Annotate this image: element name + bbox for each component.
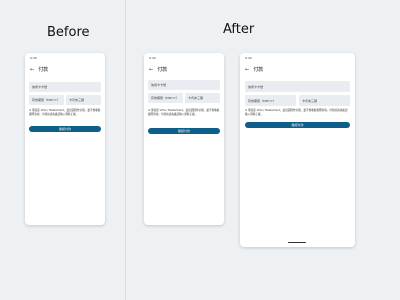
app-bar: ← 付款 bbox=[149, 66, 168, 74]
cvv-field[interactable]: 卡背末三碼 bbox=[185, 93, 220, 103]
cvv-field[interactable]: 卡背末三碼 bbox=[299, 95, 350, 106]
page-title: 付款 bbox=[253, 67, 264, 73]
app-bar: ← 付款 bbox=[245, 66, 264, 74]
phone-after-1: 9:40 ← 付款 信用卡卡號 有效期限（MM/YY） 卡背末三碼 ※ 僅接受 … bbox=[144, 53, 224, 225]
back-arrow-icon[interactable]: ← bbox=[245, 67, 249, 73]
before-label: Before bbox=[47, 25, 90, 40]
expiry-field[interactable]: 有效期限（MM/YY） bbox=[29, 95, 64, 105]
back-arrow-icon[interactable]: ← bbox=[30, 67, 34, 73]
phone-before: 9:36 ← 付款 信用卡卡號 有效期限（MM/YY） 卡背末三碼 ※ 僅接受 … bbox=[25, 53, 105, 225]
expiry-field[interactable]: 有效期限（MM/YY） bbox=[148, 93, 183, 103]
status-time: 9:36 bbox=[30, 56, 37, 60]
home-indicator bbox=[288, 242, 306, 243]
status-time: 9:40 bbox=[149, 56, 156, 60]
app-bar: ← 付款 bbox=[30, 66, 49, 74]
card-number-field[interactable]: 信用卡卡號 bbox=[148, 80, 220, 90]
expiry-field[interactable]: 有效期限（MM/YY） bbox=[245, 95, 296, 106]
confirm-pay-button[interactable]: 確認付款 bbox=[245, 122, 350, 128]
card-number-field[interactable]: 信用卡卡號 bbox=[245, 81, 350, 92]
hint-text: ※ 僅接受 VISA / MasterCard，此頁面僅作示範，並不會收取實際款… bbox=[148, 109, 220, 116]
page-title: 付款 bbox=[157, 67, 168, 73]
after-label: After bbox=[223, 22, 255, 37]
hint-text: ※ 僅接受 VISA / MasterCard，此頁面僅作示範，並不會收取實際款… bbox=[245, 109, 348, 116]
section-divider bbox=[125, 0, 126, 300]
confirm-pay-button[interactable]: 確認付款 bbox=[148, 128, 220, 134]
back-arrow-icon[interactable]: ← bbox=[149, 67, 153, 73]
card-number-field[interactable]: 信用卡卡號 bbox=[29, 82, 101, 92]
confirm-pay-button[interactable]: 確認付款 bbox=[29, 126, 101, 132]
status-time: 9:40 bbox=[245, 56, 252, 60]
phone-after-2: 9:40 ← 付款 信用卡卡號 有效期限（MM/YY） 卡背末三碼 ※ 僅接受 … bbox=[240, 53, 355, 247]
hint-text: ※ 僅接受 VISA / MasterCard，此頁面僅作示範，並不會收取實際款… bbox=[29, 109, 101, 116]
cvv-field[interactable]: 卡背末三碼 bbox=[66, 95, 101, 105]
page-title: 付款 bbox=[38, 67, 49, 73]
